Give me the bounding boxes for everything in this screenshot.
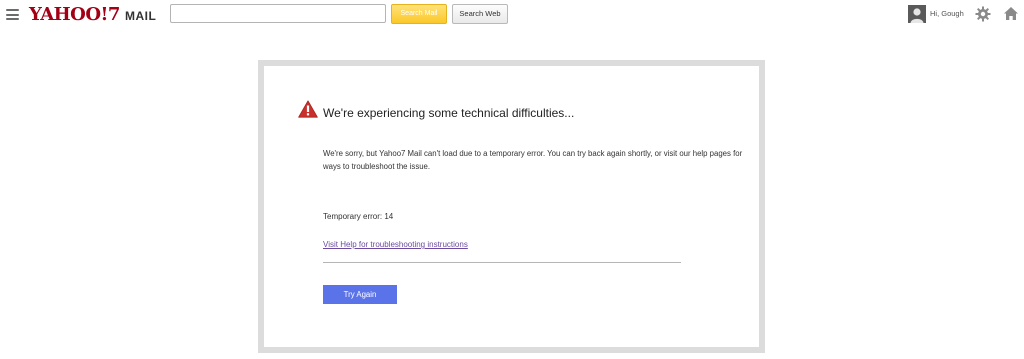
error-card-frame: We're experiencing some technical diffic… <box>258 60 765 353</box>
help-link[interactable]: Visit Help for troubleshooting instructi… <box>323 240 468 249</box>
warning-icon <box>298 100 318 118</box>
home-icon[interactable] <box>1003 6 1019 21</box>
divider <box>323 262 681 263</box>
search-mail-button[interactable]: Search Mail <box>391 4 447 24</box>
error-card: We're experiencing some technical diffic… <box>264 66 759 347</box>
menu-icon[interactable] <box>6 9 19 20</box>
gear-icon[interactable] <box>975 6 991 22</box>
top-bar: YAHOO!7 MAIL Search Mail Search Web Hi, … <box>0 0 1024 30</box>
error-title: We're experiencing some technical diffic… <box>323 106 575 120</box>
logo-product: MAIL <box>124 9 157 23</box>
search-web-button[interactable]: Search Web <box>452 4 508 24</box>
user-avatar-icon[interactable] <box>908 5 926 23</box>
logo-wordmark: YAHOO!7 <box>29 4 120 25</box>
error-code: Temporary error: 14 <box>323 212 394 221</box>
try-again-button[interactable]: Try Again <box>323 285 397 304</box>
search-input[interactable] <box>170 4 386 23</box>
yahoo7-mail-logo[interactable]: YAHOO!7 MAIL <box>29 4 157 25</box>
error-message: We're sorry, but Yahoo7 Mail can't load … <box>323 149 743 171</box>
user-greeting[interactable]: Hi, Gough <box>930 9 964 18</box>
